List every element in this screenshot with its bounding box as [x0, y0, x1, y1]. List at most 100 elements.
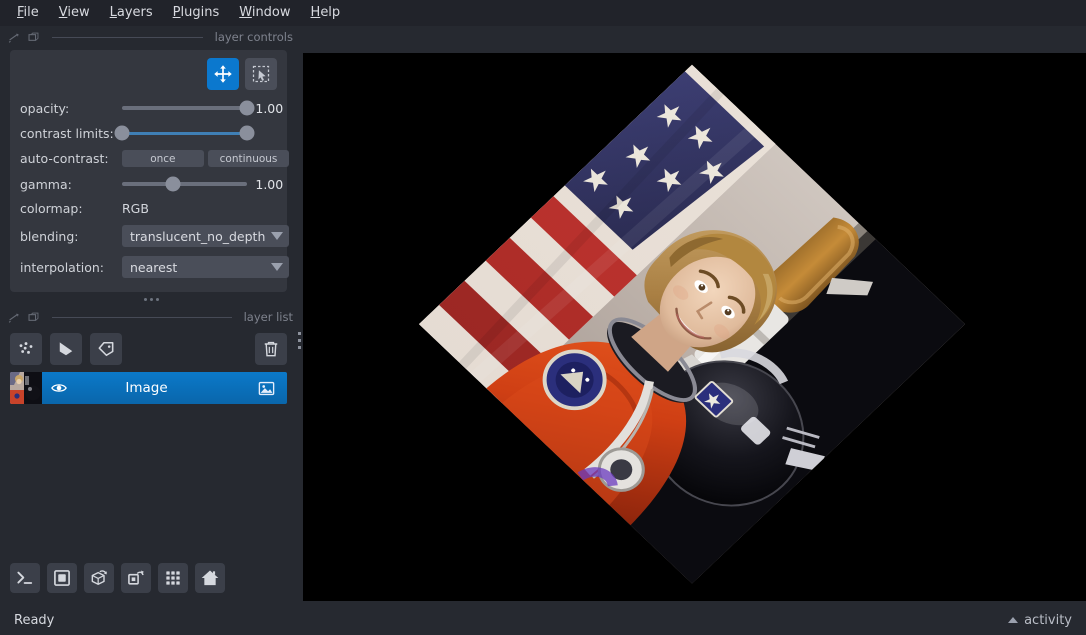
pan-zoom-mode-button[interactable] — [207, 58, 239, 90]
transform-select-icon — [252, 65, 270, 83]
eye-icon — [51, 384, 67, 392]
header-rule — [52, 316, 232, 318]
interpolation-combobox[interactable]: nearest — [122, 256, 290, 278]
left-dock-pane: layer controls opacity: 1.00 contrast li… — [0, 26, 303, 605]
contrast-limits-slider[interactable] — [114, 125, 255, 141]
menu-file[interactable]: File — [8, 2, 48, 24]
grid-icon — [166, 571, 180, 585]
cube-roll-icon — [91, 570, 107, 585]
layer-list[interactable]: Image — [10, 372, 287, 563]
transform-mode-button[interactable] — [245, 58, 277, 90]
colormap-label: colormap: — [20, 201, 83, 216]
layer-type-image-icon — [251, 379, 281, 398]
chevron-down-icon — [271, 263, 284, 271]
delete-layer-button[interactable] — [255, 333, 287, 365]
transpose-icon — [128, 570, 144, 585]
canvas-area — [303, 26, 1086, 605]
thumbnail-image — [10, 372, 42, 404]
home-reset-view-button[interactable] — [195, 563, 225, 593]
gamma-track — [122, 182, 248, 186]
activity-button[interactable]: activity — [1008, 613, 1072, 628]
layer-controls-header: layer controls — [0, 26, 303, 48]
layer-name-label[interactable]: Image — [76, 380, 251, 396]
interpolation-label: interpolation: — [20, 259, 104, 275]
menubar: File View Layers Plugins Window Help — [0, 0, 1086, 26]
gamma-row: 1.00 — [122, 176, 289, 192]
square-2d-icon — [54, 570, 70, 586]
contrast-range-fill — [122, 131, 248, 135]
blending-value: translucent_no_depth — [130, 228, 266, 244]
status-bar: Ready activity — [0, 605, 1086, 635]
pan-arrows-icon — [214, 65, 232, 83]
shapes-polygon-icon — [59, 342, 73, 356]
menu-help[interactable]: Help — [302, 2, 350, 24]
labels-tag-icon — [98, 341, 114, 357]
float-icon[interactable] — [8, 31, 21, 44]
layer-thumbnail — [10, 372, 42, 404]
colormap-value: RGB — [122, 201, 149, 216]
header-rule — [52, 36, 203, 38]
menu-view[interactable]: View — [50, 2, 99, 24]
contrast-high-handle[interactable] — [239, 125, 255, 141]
ndisplay-toggle-button[interactable] — [47, 563, 77, 593]
layer-list-header: layer list — [0, 306, 303, 328]
console-icon — [17, 571, 33, 584]
blending-combobox[interactable]: translucent_no_depth — [122, 225, 290, 247]
blending-row: translucent_no_depth — [122, 225, 290, 247]
gamma-label: gamma: — [20, 176, 72, 192]
napari-window: File View Layers Plugins Window Help lay… — [0, 0, 1086, 635]
opacity-row: 1.00 — [122, 100, 289, 116]
mode-button-row — [20, 58, 277, 90]
float-icon[interactable] — [8, 311, 21, 324]
auto-contrast-row: once continuous — [122, 150, 290, 167]
transpose-dims-button[interactable] — [121, 563, 151, 593]
new-labels-layer-button[interactable] — [90, 333, 122, 365]
opacity-slider[interactable] — [122, 100, 255, 116]
menu-window[interactable]: Window — [230, 2, 299, 24]
menu-layers[interactable]: Layers — [101, 2, 162, 24]
trash-icon — [264, 341, 278, 357]
vertical-splitter-handle[interactable] — [298, 332, 301, 349]
controls-grid: opacity: 1.00 contrast limits: auto-cont… — [20, 100, 290, 278]
contrast-limits-row — [114, 125, 289, 141]
gamma-value: 1.00 — [255, 176, 284, 192]
new-shapes-layer-button[interactable] — [50, 333, 82, 365]
grid-view-button[interactable] — [158, 563, 188, 593]
status-message: Ready — [14, 612, 55, 628]
opacity-track — [122, 106, 248, 110]
colormap-row: RGB — [122, 201, 289, 216]
layer-list-title: layer list — [243, 310, 293, 324]
interpolation-row: nearest — [122, 256, 290, 278]
main-body: layer controls opacity: 1.00 contrast li… — [0, 26, 1086, 605]
gamma-handle[interactable] — [165, 176, 181, 192]
image-canvas[interactable] — [303, 53, 1086, 601]
gamma-slider[interactable] — [122, 176, 248, 192]
activity-label: activity — [1024, 612, 1072, 628]
canvas-svg — [303, 53, 1086, 601]
opacity-handle[interactable] — [239, 100, 255, 116]
opacity-label: opacity: — [20, 100, 70, 116]
roll-dims-button[interactable] — [84, 563, 114, 593]
interpolation-value: nearest — [130, 259, 178, 275]
image-icon — [258, 381, 274, 395]
layer-controls-card: opacity: 1.00 contrast limits: auto-cont… — [10, 50, 290, 292]
blending-label: blending: — [20, 228, 79, 244]
layer-list-item[interactable]: Image — [10, 372, 287, 404]
new-points-layer-button[interactable] — [10, 333, 42, 365]
menu-plugins[interactable]: Plugins — [164, 2, 229, 24]
points-icon — [19, 342, 33, 354]
chevron-up-icon — [1008, 617, 1019, 623]
popout-icon[interactable] — [27, 311, 40, 324]
horizontal-splitter-handle[interactable] — [0, 292, 303, 306]
layer-buttons-row — [0, 328, 303, 370]
contrast-low-handle[interactable] — [114, 125, 130, 141]
auto-contrast-once-button[interactable]: once — [122, 150, 204, 167]
layer-controls-title: layer controls — [214, 30, 293, 44]
layer-visibility-toggle[interactable] — [42, 379, 76, 397]
contrast-limits-label: contrast limits: — [20, 125, 114, 141]
console-button[interactable] — [10, 563, 40, 593]
auto-contrast-label: auto-contrast: — [20, 151, 109, 166]
auto-contrast-continuous-button[interactable]: continuous — [207, 150, 290, 167]
viewer-buttons-row — [0, 563, 303, 605]
popout-icon[interactable] — [27, 31, 40, 44]
